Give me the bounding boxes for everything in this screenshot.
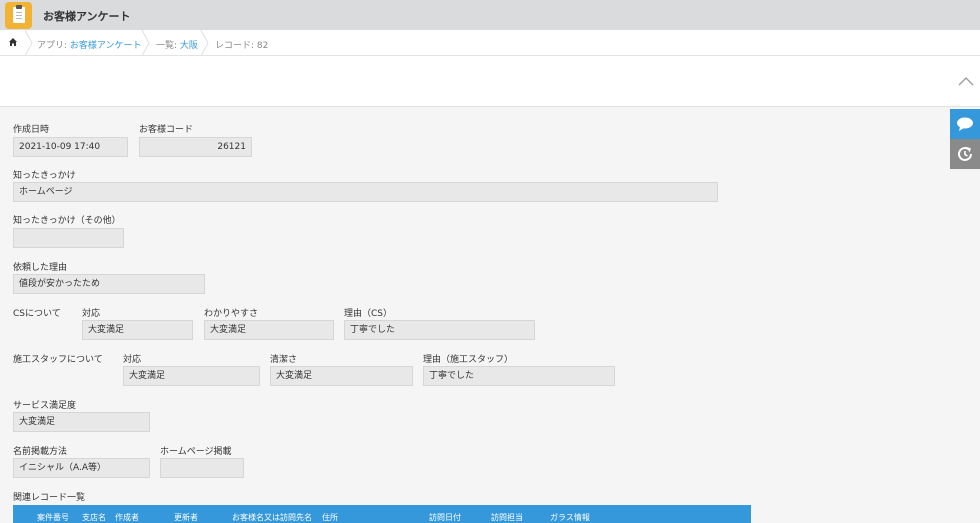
breadcrumb-separator-icon (24, 30, 33, 56)
staff-reason-field: 丁寧でした (423, 366, 615, 386)
column-header[interactable]: 案件番号 (37, 512, 69, 523)
clipboard-icon[interactable] (5, 2, 32, 29)
cs-label: CSについて (13, 309, 61, 319)
trigger-other-field (13, 228, 124, 248)
history-button[interactable] (950, 139, 980, 169)
cs-reason-label: 理由（CS） (344, 309, 392, 319)
breadcrumb-list: 一覧: 大阪 (156, 41, 198, 51)
breadcrumb-record: レコード: 82 (215, 41, 269, 51)
chevron-up-icon[interactable] (958, 76, 974, 86)
column-header[interactable]: ガラス情報 (550, 512, 590, 523)
breadcrumb-list-link[interactable]: 大阪 (180, 41, 198, 51)
reason-label: 依頼した理由 (13, 263, 68, 273)
staff-reason-label: 理由（施工スタッフ） (423, 355, 514, 365)
homepage-label: ホームページ掲載 (160, 447, 232, 457)
service-label: サービス満足度 (13, 401, 77, 411)
staff-clean-field: 大変満足 (270, 366, 413, 386)
cs-clarity-field: 大変満足 (204, 320, 334, 340)
column-header[interactable]: 作成者 (115, 512, 139, 523)
trigger-other-label: 知ったきっかけ（その他） (13, 216, 121, 226)
cs-reason-field: 丁寧でした (344, 320, 535, 340)
name-method-label: 名前掲載方法 (13, 447, 68, 457)
breadcrumb: アプリ: お客様アンケート 一覧: 大阪 レコード: 82 (0, 30, 980, 56)
staff-clean-label: 清潔さ (270, 355, 298, 365)
cs-response-field: 大変満足 (82, 320, 193, 340)
breadcrumb-app-link[interactable]: お客様アンケート (70, 41, 142, 51)
created-label: 作成日時 (13, 125, 50, 135)
column-header[interactable]: 支店名 (82, 512, 106, 523)
created-field: 2021-10-09 17:40 (13, 137, 128, 157)
comment-button[interactable] (950, 109, 980, 139)
related-label: 関連レコード一覧 (13, 493, 86, 503)
trigger-field: ホームページ (13, 182, 718, 202)
name-method-field: イニシャル（A.A等） (13, 458, 150, 478)
breadcrumb-app: アプリ: お客様アンケート (37, 41, 142, 51)
breadcrumb-separator-icon (200, 30, 209, 56)
breadcrumb-separator-icon (141, 30, 150, 56)
record-toolbar (0, 56, 980, 107)
cs-clarity-label: わかりやすさ (204, 309, 259, 319)
column-header[interactable]: 住所 (322, 512, 338, 523)
column-header[interactable]: 訪問担当 (491, 512, 523, 523)
staff-label: 施工スタッフについて (13, 355, 103, 365)
trigger-label: 知ったきっかけ (13, 171, 76, 181)
home-icon[interactable] (8, 37, 18, 47)
speech-bubble-icon (957, 117, 973, 131)
staff-response-field: 大変満足 (123, 366, 260, 386)
service-field: 大変満足 (13, 412, 150, 432)
history-icon (958, 146, 972, 161)
app-header: お客様アンケート (0, 0, 980, 30)
column-header[interactable]: お客様名又は訪問先名 (232, 512, 312, 523)
homepage-field (160, 458, 244, 478)
cs-response-label: 対応 (82, 309, 101, 319)
column-header[interactable]: 訪問日付 (429, 512, 461, 523)
column-header[interactable]: 更新者 (174, 512, 198, 523)
reason-field: 値段が安かったため (13, 274, 205, 294)
app-title: お客様アンケート (43, 10, 131, 23)
customer-code-label: お客様コード (139, 125, 194, 135)
staff-response-label: 対応 (123, 355, 142, 365)
customer-code-field: 26121 (139, 137, 252, 157)
related-table-header: 案件番号 支店名 作成者 更新者 お客様名又は訪問先名 住所 訪問日付 訪問担当… (13, 505, 751, 523)
